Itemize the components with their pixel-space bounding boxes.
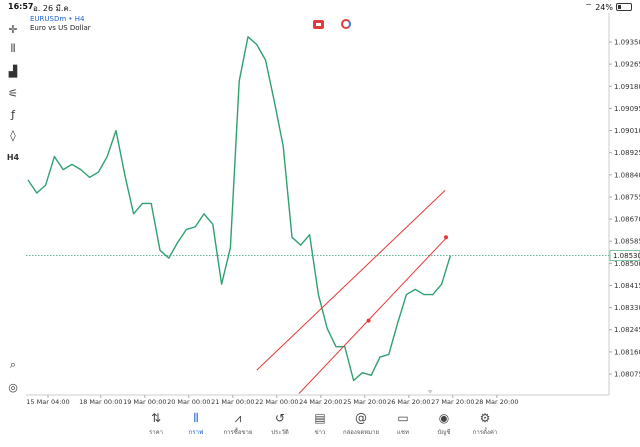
- y-tick-label: 1.08160: [614, 348, 640, 356]
- y-tick-label: 1.08840: [614, 171, 640, 179]
- y-tick-label: 1.08075: [614, 371, 640, 379]
- nav-account-icon: ◉: [438, 411, 450, 425]
- nav-mailbox-button[interactable]: @ กล่องจดหมาย: [341, 408, 381, 437]
- nav-trade-icon: ⩘: [234, 411, 242, 425]
- left-toolbar: ✛ ⫴ ▟ ⚟ ƒ ◊ H4 ⌕ ◎: [0, 13, 26, 408]
- nav-label: ข่าว: [314, 429, 326, 436]
- nav-settings-button[interactable]: ⚙ การตั้งค่า: [465, 408, 505, 437]
- function-icon[interactable]: ƒ: [5, 106, 21, 122]
- objects-icon[interactable]: ◊: [5, 127, 21, 143]
- x-tick-label: 27 Mar 20:00: [431, 398, 474, 406]
- nav-label: การซื้อขาย: [223, 429, 253, 436]
- nav-chat-button[interactable]: ▭ แชท: [383, 408, 423, 437]
- nav-chat-icon: ▭: [397, 411, 409, 425]
- y-tick-label: 1.09265: [614, 61, 640, 69]
- bars-chart-icon[interactable]: ▟: [5, 63, 21, 79]
- nav-label: กราฟ: [188, 429, 204, 436]
- bottom-navigation: ⇅ ราคา ⫴ กราฟ ⩘ การซื้อขาย ↺ ประวัติ ▤ ข่าว @ กล่อง…: [0, 408, 640, 447]
- y-tick-label: 1.09010: [614, 127, 640, 135]
- indicators-icon[interactable]: ⚟: [5, 85, 21, 101]
- nav-history-icon: ↺: [274, 411, 286, 425]
- x-tick-label: 28 Mar 20:00: [475, 398, 518, 406]
- nav-history-button[interactable]: ↺ ประวัติ: [260, 408, 300, 437]
- price-chart[interactable]: 1.09350 1.09265 1.09180 1.09095 1.09010 1.089…: [0, 0, 640, 408]
- timeframe-icon[interactable]: H4: [5, 149, 21, 165]
- nav-mailbox-icon: @: [355, 411, 367, 425]
- crosshair-icon[interactable]: ✛: [5, 21, 21, 37]
- x-tick-label: 26 Mar 20:00: [387, 398, 430, 406]
- x-tick-label: 15 Mar 04:00: [26, 398, 69, 406]
- x-tick-label: 20 Mar 00:00: [167, 398, 210, 406]
- y-tick-label: 1.09350: [614, 39, 640, 47]
- current-price-label: 1.08530: [613, 252, 640, 260]
- nav-quotes-button[interactable]: ⇅ ราคา: [136, 408, 176, 437]
- price-series-line: [27, 36, 452, 382]
- x-tick-label: 24 Mar 20:00: [299, 398, 342, 406]
- nav-account-button[interactable]: ◉ บัญชี: [424, 408, 464, 437]
- nav-trade-button[interactable]: ⩘ การซื้อขาย: [218, 408, 258, 437]
- channel-anchor-point[interactable]: [444, 235, 448, 240]
- nav-label: กล่องจดหมาย: [342, 429, 380, 436]
- y-tick-label: 1.09180: [614, 83, 640, 91]
- nav-quotes-icon: ⇅: [150, 411, 162, 425]
- channel-upper-line[interactable]: [256, 190, 446, 371]
- y-tick-label: 1.08925: [614, 149, 640, 157]
- y-tick-label: 1.08500: [614, 260, 640, 268]
- nav-label: การตั้งค่า: [472, 429, 498, 436]
- y-tick-label: 1.08585: [614, 238, 640, 246]
- x-tick-label: 25 Mar 20:00: [343, 398, 386, 406]
- x-tick-label: 19 Mar 00:00: [123, 398, 166, 406]
- nav-label: ประวัติ: [271, 429, 289, 436]
- y-tick-label: 1.08330: [614, 304, 640, 312]
- channel-anchor-point[interactable]: [366, 318, 371, 323]
- y-tick-label: 1.08670: [614, 216, 640, 224]
- x-tick-label: 18 Mar 00:00: [79, 398, 122, 406]
- y-tick-label: 1.08245: [614, 326, 640, 334]
- candles-icon[interactable]: ⫴: [5, 41, 21, 57]
- chart-shift-marker[interactable]: [427, 390, 433, 394]
- y-tick-label: 1.08755: [614, 193, 640, 201]
- search-icon[interactable]: ⌕: [5, 357, 21, 373]
- x-tick-label: 21 Mar 00:00: [211, 398, 254, 406]
- nav-label: แชท: [397, 429, 409, 436]
- y-tick-label: 1.09095: [614, 105, 640, 113]
- nav-chart-button[interactable]: ⫴ กราฟ: [176, 408, 216, 437]
- nav-chart-icon: ⫴: [193, 411, 199, 425]
- x-tick-label: 22 Mar 00:00: [255, 398, 298, 406]
- y-tick-label: 1.08415: [614, 282, 640, 290]
- nav-settings-icon: ⚙: [479, 411, 491, 425]
- nav-news-button[interactable]: ▤ ข่าว: [300, 408, 340, 437]
- broker-logo-icon[interactable]: ◎: [5, 379, 21, 395]
- nav-label: ราคา: [149, 429, 163, 436]
- nav-label: บัญชี: [437, 429, 451, 436]
- nav-news-icon: ▤: [314, 411, 326, 425]
